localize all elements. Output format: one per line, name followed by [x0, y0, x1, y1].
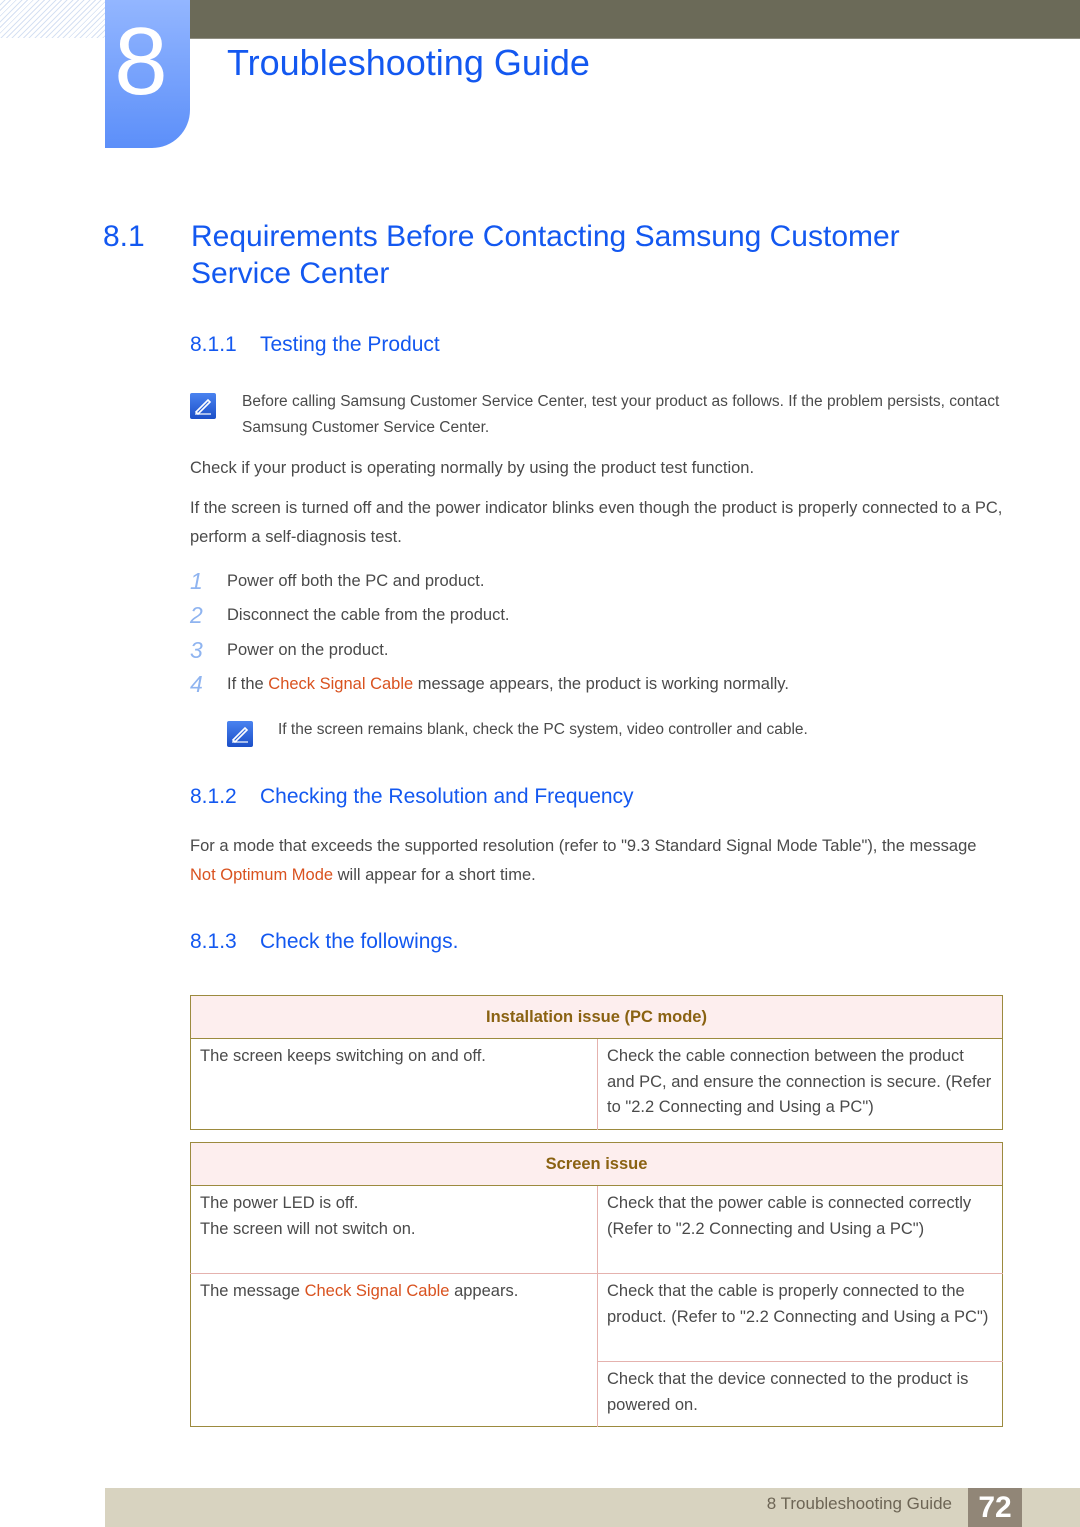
step-text: If the Check Signal Cable message appear… [227, 675, 789, 693]
table-row: The power LED is off. The screen will not… [190, 1185, 1003, 1274]
table-row: The screen keeps switching on and off. C… [190, 1038, 1003, 1129]
subsection-number: 8.1.3 [190, 930, 237, 953]
note-text-blank-screen: If the screen remains blank, check the P… [278, 721, 808, 738]
step-number: 2 [190, 602, 203, 628]
chapter-title: Troubleshooting Guide [227, 42, 590, 83]
paragraph-resolution: For a mode that exceeds the supported re… [190, 837, 977, 884]
installation-issue-table: Installation issue (PC mode) The screen … [190, 995, 1003, 1130]
section-title: Requirements Before Contacting Samsung C… [191, 220, 900, 290]
table-header: Installation issue (PC mode) [190, 995, 1003, 1039]
header-hatch-pattern [0, 0, 105, 38]
table-header: Screen issue [190, 1142, 1003, 1186]
problem-cell: The power LED is off. The screen will not… [190, 1185, 598, 1274]
table-row: The message Check Signal Cable appears. … [190, 1273, 1003, 1427]
step-number: 4 [190, 671, 203, 697]
footer-chapter-label: 8 Troubleshooting Guide [766, 1494, 952, 1513]
page-number: 72 [968, 1488, 1022, 1527]
header-bar [190, 0, 1080, 39]
subsection-title: Check the followings. [260, 930, 459, 953]
subsection-title: Testing the Product [260, 333, 440, 356]
step-text: Power off both the PC and product. [227, 572, 485, 590]
screen-issue-table: Screen issue The power LED is off. The sc… [190, 1142, 1003, 1427]
step-text: Power on the product. [227, 641, 389, 659]
note-text: Before calling Samsung Customer Service … [242, 393, 1000, 436]
note-icon [227, 721, 253, 747]
subsection-number: 8.1.1 [190, 333, 237, 356]
subsection-number: 8.1.2 [190, 785, 237, 808]
step-text: Disconnect the cable from the product. [227, 606, 510, 624]
section-number: 8.1 [103, 220, 145, 253]
check-signal-cable-highlight: Check Signal Cable [304, 1282, 450, 1300]
problem-cell: The message Check Signal Cable appears. [190, 1273, 598, 1427]
paragraph-self-diagnosis: If the screen is turned off and the powe… [190, 499, 1003, 546]
solution-cell: Check that the power cable is connected … [597, 1185, 1003, 1274]
paragraph-test-function: Check if your product is operating norma… [190, 459, 755, 477]
check-signal-cable-highlight: Check Signal Cable [268, 675, 414, 693]
note-icon [190, 393, 216, 419]
solution-cell: Check that the device connected to the p… [597, 1361, 1003, 1427]
problem-cell: The screen keeps switching on and off. [190, 1038, 598, 1129]
chapter-number: 8 [114, 8, 168, 115]
step-number: 1 [190, 568, 203, 594]
solution-cell: Check the cable connection between the p… [597, 1038, 1003, 1129]
not-optimum-mode-highlight: Not Optimum Mode [190, 866, 334, 884]
step-number: 3 [190, 637, 203, 663]
solution-cell: Check that the cable is properly connect… [597, 1273, 1003, 1362]
subsection-title: Checking the Resolution and Frequency [260, 785, 634, 808]
